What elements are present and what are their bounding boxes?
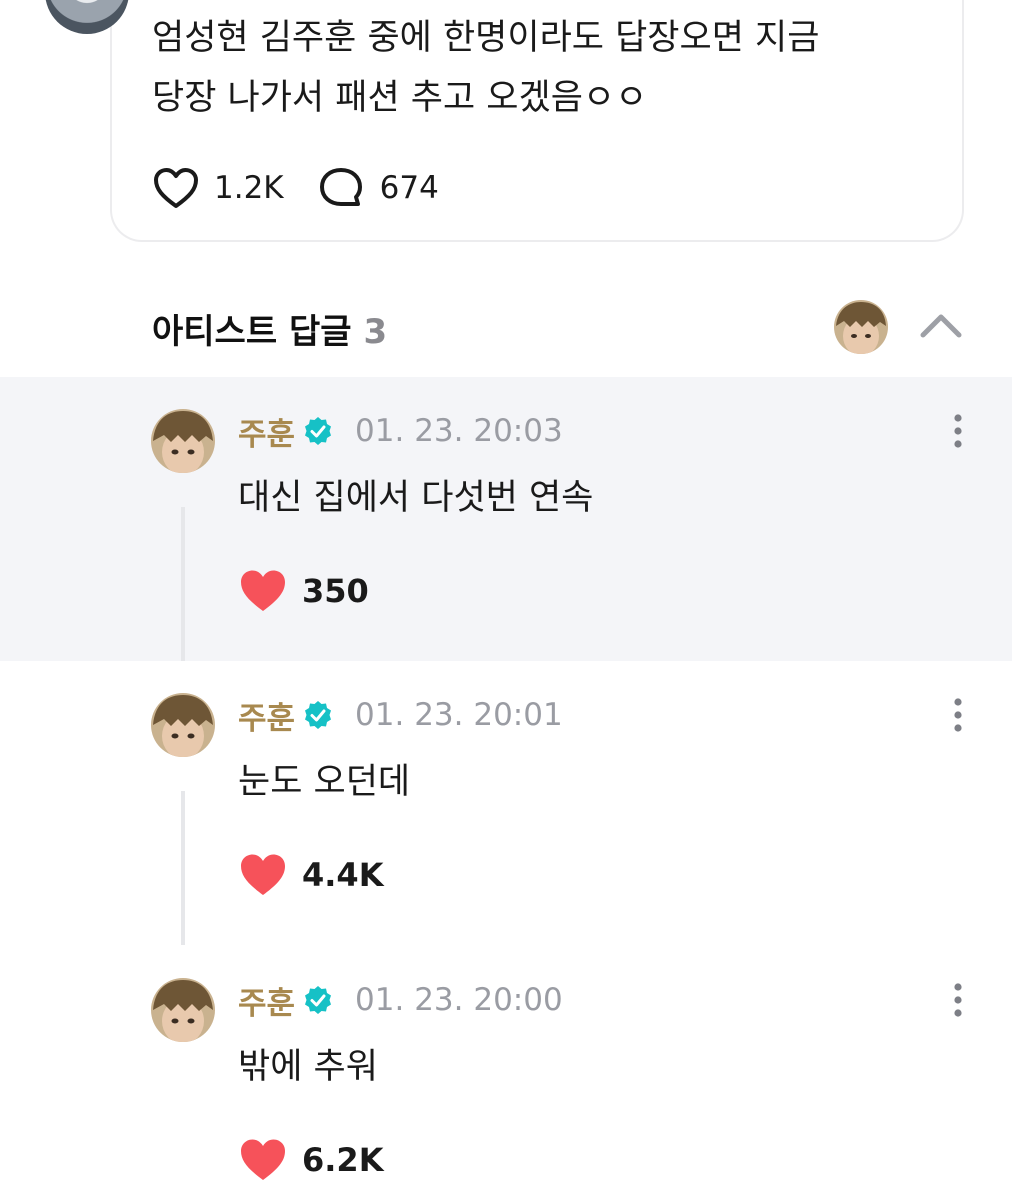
reply-item: 주훈 01. 23. 20:01 눈도 오던데 4.4K: [0, 661, 1012, 945]
post-text: 엄성현 김주훈 중에 한명이라도 답장오면 지금 당장 나가서 패션 추고 오겠…: [152, 18, 820, 118]
reply-text: 눈도 오던데: [238, 762, 411, 802]
reply-avatar[interactable]: [151, 693, 215, 757]
post-like-button[interactable]: 1.2K: [152, 166, 284, 210]
artist-replies-header[interactable]: 아티스트 답글 3: [0, 296, 1012, 360]
chevron-up-icon[interactable]: [918, 310, 964, 340]
heart-filled-icon: [241, 570, 285, 611]
artist-replies-count: 3: [363, 312, 388, 352]
post-like-count: 1.2K: [214, 170, 284, 206]
reply-text: 밖에 추워: [238, 1047, 378, 1087]
more-vertical-icon[interactable]: [946, 697, 970, 733]
post-actions: 1.2K 674: [152, 166, 439, 210]
reply-like-button[interactable]: 4.4K: [238, 851, 383, 899]
reply-like-button[interactable]: 350: [238, 567, 369, 615]
reply-like-button[interactable]: 6.2K: [238, 1136, 383, 1184]
verified-badge-icon: [305, 417, 332, 445]
artist-reply-view: 엄성현 김주훈 중에 한명이라도 답장오면 지금 당장 나가서 패션 추고 오겠…: [0, 0, 1012, 1200]
comment-bubble-icon: [319, 168, 362, 206]
artist-avatar: [834, 300, 888, 354]
heart-outline-icon: [154, 168, 198, 208]
thread-line: [181, 507, 185, 661]
reply-timestamp: 01. 23. 20:00: [355, 982, 563, 1018]
reply-like-count: 6.2K: [302, 1141, 384, 1179]
artist-replies-label: 아티스트 답글: [152, 312, 352, 352]
reply-meta: 주훈 01. 23. 20:03: [238, 409, 563, 454]
thread-line: [181, 791, 185, 945]
reply-item: 주훈 01. 23. 20:03 대신 집에서 다섯번 연속 350: [0, 377, 1012, 661]
post-comment-count: 674: [379, 170, 439, 206]
artist-replies-title: 아티스트 답글 3: [152, 304, 387, 353]
reply-author[interactable]: 주훈: [238, 409, 295, 454]
reply-like-count: 4.4K: [302, 856, 384, 894]
reply-author[interactable]: 주훈: [238, 693, 295, 738]
verified-badge-icon: [305, 986, 332, 1014]
reply-item: 주훈 01. 23. 20:00 밖에 추워 6.2K: [0, 946, 1012, 1200]
more-vertical-icon[interactable]: [946, 413, 970, 449]
more-vertical-icon[interactable]: [946, 982, 970, 1018]
post-comment-button[interactable]: 674: [318, 166, 439, 210]
verified-badge-icon: [305, 701, 332, 729]
reply-text: 대신 집에서 다섯번 연속: [238, 478, 594, 518]
reply-timestamp: 01. 23. 20:03: [355, 413, 563, 449]
reply-author[interactable]: 주훈: [238, 978, 295, 1023]
heart-filled-icon: [241, 854, 285, 895]
reply-like-count: 350: [302, 572, 369, 610]
reply-avatar[interactable]: [151, 978, 215, 1042]
reply-meta: 주훈 01. 23. 20:01: [238, 693, 563, 738]
reply-avatar[interactable]: [151, 409, 215, 473]
reply-timestamp: 01. 23. 20:01: [355, 697, 563, 733]
reply-meta: 주훈 01. 23. 20:00: [238, 978, 563, 1023]
heart-filled-icon: [241, 1139, 285, 1180]
